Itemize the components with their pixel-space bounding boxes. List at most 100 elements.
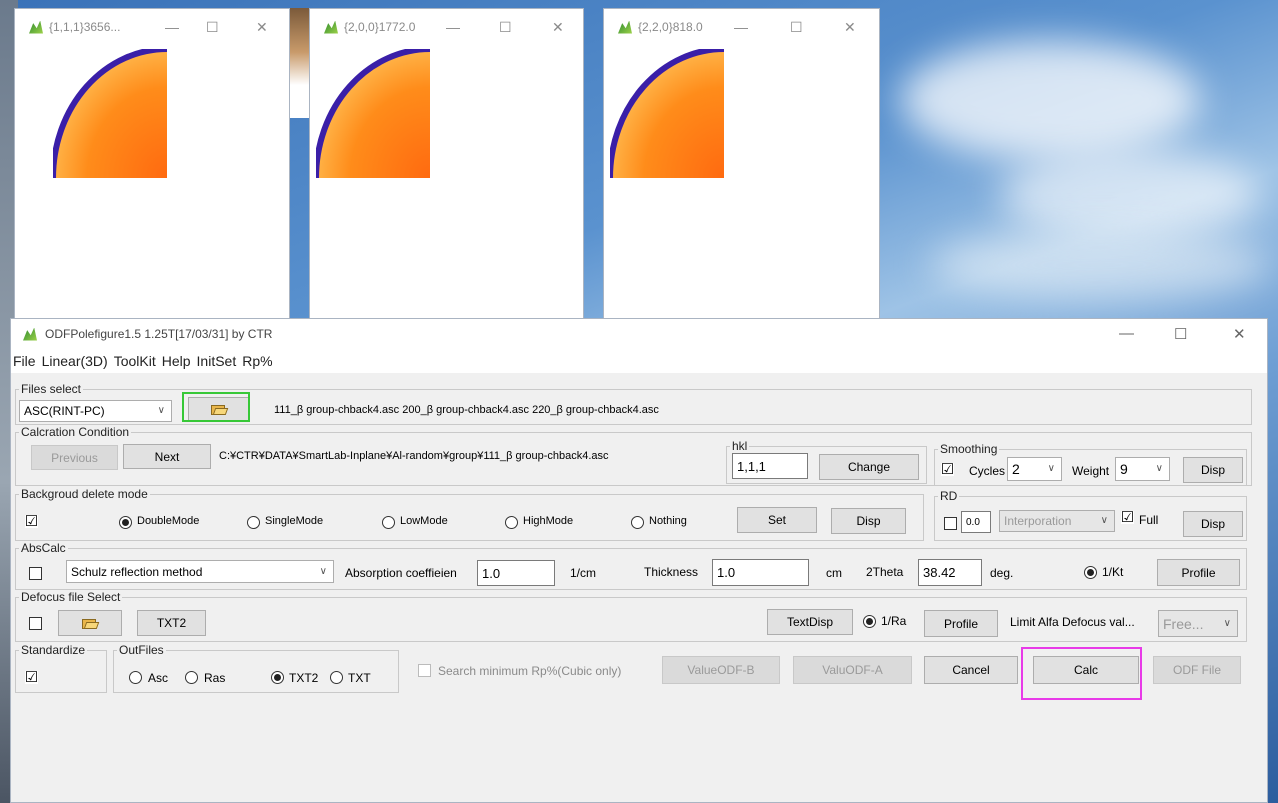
- twotheta-label: 2Theta: [866, 565, 904, 579]
- pole-figure-window[interactable]: {2,0,0}1772.0 — ☐ ✕: [309, 8, 584, 320]
- cycles-label: Cycles: [969, 464, 1006, 478]
- menu-rp[interactable]: Rp%: [242, 353, 272, 369]
- highlight-calc: [1021, 647, 1142, 700]
- app-icon: [618, 20, 632, 34]
- defocus-checkbox[interactable]: [29, 617, 42, 630]
- group-legend: Smoothing: [938, 442, 1000, 456]
- textdisp-button[interactable]: TextDisp: [767, 609, 853, 635]
- group-legend: Backgroud delete mode: [19, 487, 150, 501]
- odf-file-button[interactable]: ODF File: [1153, 656, 1241, 684]
- abs-profile-button[interactable]: Profile: [1157, 559, 1240, 586]
- sky-cloud: [930, 230, 1270, 300]
- window-title: {2,0,0}1772.0: [344, 20, 416, 34]
- full-label: Full: [1139, 513, 1159, 527]
- next-button[interactable]: Next: [123, 444, 211, 469]
- menu-help[interactable]: Help: [162, 353, 191, 369]
- set-button[interactable]: Set: [737, 507, 817, 533]
- ra-radio[interactable]: [863, 615, 876, 628]
- thickness-label: Thickness: [644, 565, 699, 579]
- defocus-profile-button[interactable]: Profile: [924, 610, 998, 637]
- window-titlebar[interactable]: {1,1,1}3656... — ☐ ✕: [15, 9, 289, 45]
- rd-value-input[interactable]: 0.0: [961, 511, 991, 533]
- twotheta-input[interactable]: 38.42: [918, 559, 982, 586]
- maximize-button[interactable]: ☐: [499, 19, 512, 36]
- close-button[interactable]: ✕: [1233, 325, 1246, 343]
- thickness-input[interactable]: 1.0: [712, 559, 809, 586]
- smoothing-group: Smoothing ☑ Cycles 2 ∨ Weight 9 ∨ Disp: [934, 442, 1247, 486]
- group-legend: OutFiles: [117, 643, 166, 657]
- hkl-group: hkl 1,1,1 Change: [726, 439, 927, 484]
- window-titlebar[interactable]: {2,2,0}818.0 — ☐ ✕: [604, 9, 879, 45]
- smoothing-disp-button[interactable]: Disp: [1183, 457, 1243, 483]
- main-window-title: ODFPolefigure1.5 1.25T[17/03/31] by CTR: [45, 327, 273, 341]
- maximize-button[interactable]: ☐: [206, 19, 219, 36]
- hkl-input[interactable]: 1,1,1: [732, 453, 808, 479]
- defocus-txt2-button[interactable]: TXT2: [137, 610, 206, 636]
- desktop-icon-label: ck eta: [288, 96, 304, 120]
- menu-file[interactable]: File: [13, 353, 36, 369]
- window-titlebar[interactable]: {2,0,0}1772.0 — ☐ ✕: [310, 9, 583, 45]
- menu-linear[interactable]: Linear(3D): [42, 353, 108, 369]
- group-legend: RD: [938, 489, 960, 503]
- minimize-button[interactable]: —: [165, 19, 179, 35]
- menu-toolkit[interactable]: ToolKit: [114, 353, 156, 369]
- group-legend: AbsCalc: [19, 541, 68, 555]
- doublemode-radio[interactable]: [119, 516, 132, 529]
- background-delete-checkbox[interactable]: ☑: [25, 514, 38, 529]
- weight-select[interactable]: 9 ∨: [1115, 457, 1170, 481]
- txt2-radio[interactable]: [271, 671, 284, 684]
- background-disp-button[interactable]: Disp: [831, 508, 906, 534]
- limit-alfa-select[interactable]: Free... ∨: [1158, 610, 1238, 637]
- singlemode-radio[interactable]: [247, 516, 260, 529]
- rd-disp-button[interactable]: Disp: [1183, 511, 1243, 537]
- previous-button[interactable]: Previous: [31, 445, 118, 470]
- nothing-radio[interactable]: [631, 516, 644, 529]
- close-button[interactable]: ✕: [256, 19, 268, 36]
- close-button[interactable]: ✕: [552, 19, 564, 36]
- cycles-select[interactable]: 2 ∨: [1007, 457, 1062, 481]
- asc-radio[interactable]: [129, 671, 142, 684]
- doublemode-label: DoubleMode: [137, 515, 200, 527]
- minimize-button[interactable]: —: [1119, 325, 1134, 342]
- chevron-down-icon: ∨: [319, 565, 327, 577]
- full-checkbox[interactable]: ☑: [1121, 510, 1134, 525]
- sky-cloud: [900, 40, 1200, 160]
- value-odf-b-button[interactable]: ValueODF-B: [662, 656, 780, 684]
- change-button[interactable]: Change: [819, 454, 919, 480]
- value-odf-a-button[interactable]: ValuODF-A: [793, 656, 912, 684]
- abscalc-method-select[interactable]: Schulz reflection method ∨: [66, 560, 334, 583]
- main-window[interactable]: ODFPolefigure1.5 1.25T[17/03/31] by CTR …: [10, 318, 1268, 803]
- standardize-group: Standardize ☑: [15, 643, 107, 693]
- file-format-select[interactable]: ASC(RINT-PC) ∨: [19, 400, 172, 422]
- highmode-radio[interactable]: [505, 516, 518, 529]
- background-delete-group: Backgroud delete mode ☑ DoubleMode Singl…: [15, 487, 924, 541]
- main-titlebar[interactable]: ODFPolefigure1.5 1.25T[17/03/31] by CTR …: [11, 319, 1267, 349]
- kt-radio[interactable]: [1084, 566, 1097, 579]
- defocus-open-button[interactable]: [58, 610, 122, 636]
- minimize-button[interactable]: —: [446, 19, 460, 35]
- sky-cloud: [1000, 150, 1260, 240]
- menu-initset[interactable]: InitSet: [197, 353, 237, 369]
- absorption-input[interactable]: 1.0: [477, 560, 555, 586]
- cancel-button[interactable]: Cancel: [924, 656, 1018, 684]
- pole-figure-window[interactable]: {1,1,1}3656... — ☐ ✕: [14, 8, 290, 320]
- chevron-down-icon: ∨: [1047, 462, 1055, 474]
- maximize-button[interactable]: ☐: [790, 19, 803, 36]
- search-rp-checkbox[interactable]: [418, 664, 431, 677]
- ras-radio[interactable]: [185, 671, 198, 684]
- twotheta-unit: deg.: [990, 566, 1014, 580]
- rd-checkbox[interactable]: [944, 517, 957, 530]
- smoothing-checkbox[interactable]: ☑: [941, 462, 954, 477]
- pole-figure-window[interactable]: {2,2,0}818.0 — ☐ ✕: [603, 8, 880, 320]
- absorption-unit: 1/cm: [570, 566, 597, 580]
- lowmode-radio[interactable]: [382, 516, 395, 529]
- standardize-checkbox[interactable]: ☑: [25, 670, 38, 685]
- interpolation-select[interactable]: Interporation ∨: [999, 510, 1115, 532]
- abscalc-checkbox[interactable]: [29, 567, 42, 580]
- maximize-button[interactable]: ☐: [1174, 325, 1187, 343]
- txt-radio[interactable]: [330, 671, 343, 684]
- singlemode-label: SingleMode: [265, 515, 324, 527]
- minimize-button[interactable]: —: [734, 19, 748, 35]
- highlight-open-files: [182, 392, 250, 422]
- close-button[interactable]: ✕: [844, 19, 856, 36]
